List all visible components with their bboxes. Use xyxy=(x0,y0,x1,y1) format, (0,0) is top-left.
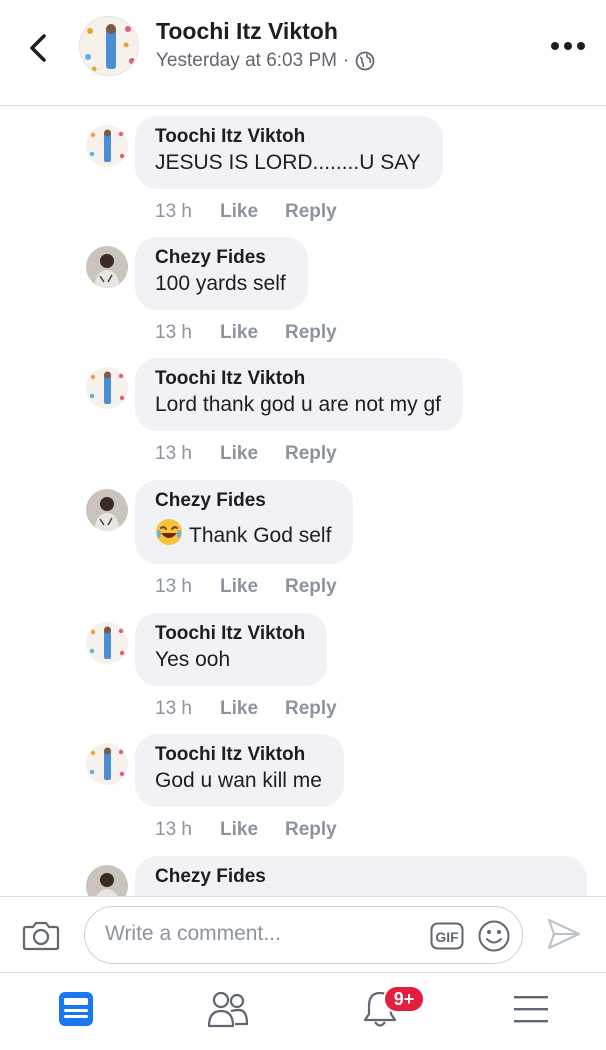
comment-bubble[interactable]: Chezy Fides xyxy=(135,856,587,896)
comment-bubble[interactable]: Toochi Itz Viktoh Yes ooh xyxy=(135,613,328,686)
reply-button[interactable]: Reply xyxy=(285,201,337,223)
avatar[interactable] xyxy=(86,125,128,167)
back-button[interactable] xyxy=(22,30,54,66)
avatar[interactable] xyxy=(79,16,139,76)
comment-author[interactable]: Chezy Fides xyxy=(155,866,565,888)
like-button[interactable]: Like xyxy=(220,443,285,465)
comment-text: Yes ooh xyxy=(155,648,231,671)
reply-button[interactable]: Reply xyxy=(285,322,337,344)
comment-actions: 13 h Like Reply xyxy=(155,443,337,465)
camera-button[interactable] xyxy=(22,919,60,951)
comment-actions: 13 h Like Reply xyxy=(155,322,337,344)
laughing-tears-emoji-icon xyxy=(156,519,182,545)
comment-bubble[interactable]: Toochi Itz Viktoh God u wan kill me xyxy=(135,734,344,807)
comment-actions: 13 h Like Reply xyxy=(155,698,337,720)
hamburger-menu-icon xyxy=(514,996,548,1023)
comment-list[interactable]: Toochi Itz Viktoh JESUS IS LORD........U… xyxy=(0,106,606,896)
comment-text: 100 yards self xyxy=(155,272,286,295)
tab-menu[interactable] xyxy=(506,987,556,1031)
comment-author[interactable]: Toochi Itz Viktoh xyxy=(155,126,421,148)
comment-bubble[interactable]: Chezy Fides 100 yards self xyxy=(135,237,308,310)
avatar[interactable] xyxy=(86,246,128,288)
friends-icon xyxy=(207,991,249,1028)
gif-button[interactable]: GIF xyxy=(430,922,464,950)
globe-icon xyxy=(355,51,375,71)
avatar[interactable] xyxy=(86,489,128,531)
comment-text-line: Thank God self xyxy=(155,518,331,550)
comment-author[interactable]: Toochi Itz Viktoh xyxy=(155,368,441,390)
post-timestamp: Yesterday at 6:03 PM xyxy=(156,50,337,71)
camera-icon xyxy=(22,921,60,951)
avatar[interactable] xyxy=(86,743,128,785)
post-meta: Yesterday at 6:03 PM · xyxy=(156,50,375,72)
send-icon xyxy=(547,918,581,950)
comment-text: God u wan kill me xyxy=(155,769,322,792)
post-author-name[interactable]: Toochi Itz Viktoh xyxy=(156,18,338,45)
comment-composer: Write a comment... GIF xyxy=(0,896,606,972)
avatar[interactable] xyxy=(86,865,128,896)
reply-button[interactable]: Reply xyxy=(285,576,337,598)
comment-author[interactable]: Chezy Fides xyxy=(155,490,331,512)
avatar[interactable] xyxy=(86,367,128,409)
like-button[interactable]: Like xyxy=(220,322,285,344)
reply-button[interactable]: Reply xyxy=(285,819,337,841)
comment-bubble[interactable]: Toochi Itz Viktoh Lord thank god u are n… xyxy=(135,358,464,431)
comment-time: 13 h xyxy=(155,819,192,840)
tab-friends[interactable] xyxy=(203,987,253,1031)
gif-icon: GIF xyxy=(430,922,464,950)
comment-actions: 13 h Like Reply xyxy=(155,576,337,598)
comment-author[interactable]: Chezy Fides xyxy=(155,247,286,269)
comment-time: 13 h xyxy=(155,322,192,343)
comment-actions: 13 h Like Reply xyxy=(155,819,337,841)
reply-button[interactable]: Reply xyxy=(285,443,337,465)
comment-input-placeholder: Write a comment... xyxy=(105,922,281,945)
tab-news-feed[interactable] xyxy=(51,987,101,1031)
comment-actions: 13 h Like Reply xyxy=(155,201,337,223)
comment-time: 13 h xyxy=(155,576,192,597)
comment-input[interactable]: Write a comment... GIF xyxy=(84,906,523,964)
like-button[interactable]: Like xyxy=(220,698,285,720)
comment-author[interactable]: Toochi Itz Viktoh xyxy=(155,623,305,645)
more-dots-icon xyxy=(551,42,585,50)
like-button[interactable]: Like xyxy=(220,201,285,223)
bottom-tab-bar xyxy=(0,972,606,1050)
comment-text: Thank God self xyxy=(189,524,332,547)
like-button[interactable]: Like xyxy=(220,576,285,598)
send-button[interactable] xyxy=(546,917,582,951)
comment-time: 13 h xyxy=(155,698,192,719)
comment-text: Lord thank god u are not my gf xyxy=(155,393,442,416)
comment-time: 13 h xyxy=(155,201,192,222)
more-options-button[interactable] xyxy=(548,32,588,60)
gif-label: GIF xyxy=(435,929,459,945)
comment-bubble[interactable]: Toochi Itz Viktoh JESUS IS LORD........U… xyxy=(135,116,443,189)
notifications-badge: 9+ xyxy=(383,985,425,1013)
news-feed-icon xyxy=(59,992,93,1026)
post-header: Toochi Itz Viktoh Yesterday at 6:03 PM · xyxy=(0,0,606,106)
comment-time: 13 h xyxy=(155,443,192,464)
avatar[interactable] xyxy=(86,622,128,664)
emoji-button[interactable] xyxy=(477,919,511,953)
smiley-icon xyxy=(478,920,510,952)
meta-separator: · xyxy=(342,50,350,71)
reply-button[interactable]: Reply xyxy=(285,698,337,720)
comment-author[interactable]: Toochi Itz Viktoh xyxy=(155,744,322,766)
like-button[interactable]: Like xyxy=(220,819,285,841)
comment-text: JESUS IS LORD........U SAY xyxy=(155,151,421,174)
chevron-left-icon xyxy=(30,34,46,62)
comment-bubble[interactable]: Chezy Fides Thank God self xyxy=(135,480,354,564)
